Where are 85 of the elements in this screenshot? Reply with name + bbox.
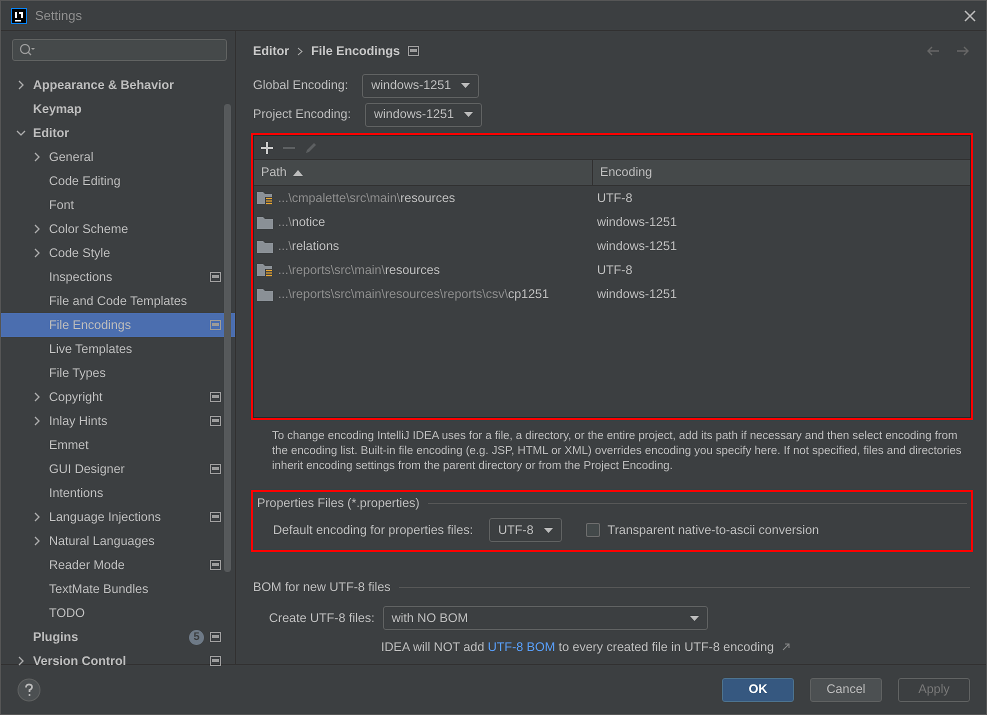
group-title: Properties Files (*.properties) <box>257 494 420 512</box>
encoding-cell-text: windows-1251 <box>596 214 677 231</box>
path-cell-text: ...\relations <box>278 238 340 255</box>
field-label: Create UTF-8 files: <box>269 610 375 627</box>
caret-icon <box>464 112 473 117</box>
link[interactable]: UTF-8 BOM <box>488 640 556 654</box>
encoding-cell-text: UTF-8 <box>596 262 632 279</box>
tree-item[interactable]: Inspections <box>1 265 235 289</box>
tree-item[interactable]: General <box>1 145 235 169</box>
resource-folder-icon <box>257 191 273 205</box>
tree-item[interactable]: TODO <box>1 601 235 625</box>
resource-folder-icon <box>257 263 273 277</box>
chevron-icon[interactable] <box>32 416 42 426</box>
encoding-dropdown[interactable]: windows-1251 <box>364 102 482 126</box>
tree-item[interactable]: Live Templates <box>1 337 235 361</box>
group-title: BOM for new UTF-8 files <box>253 578 391 596</box>
field-label: Default encoding for properties files: <box>273 522 474 539</box>
column-header[interactable]: Encoding <box>593 160 652 185</box>
search-icon <box>19 43 35 57</box>
encoding-cell-text: UTF-8 <box>596 190 632 207</box>
chevron-icon <box>297 46 304 56</box>
tree-item[interactable]: Intentions <box>1 481 235 505</box>
path-cell-text: ...\reports\src\main\resources\reports\csv\cp1251 <box>278 286 549 303</box>
tree-item[interactable]: Appearance & Behavior <box>1 73 235 97</box>
path-cell-text: ...\reports\src\main\resources <box>278 262 440 279</box>
window-title: Settings <box>35 6 82 25</box>
caret-icon <box>461 83 470 88</box>
chevron-icon[interactable] <box>32 536 42 546</box>
folder-icon <box>257 288 273 300</box>
tree-item[interactable]: GUI Designer <box>1 457 235 481</box>
chevron-icon[interactable] <box>32 248 42 258</box>
encoding-cell-text: windows-1251 <box>596 286 677 303</box>
chevron-icon[interactable] <box>16 80 26 90</box>
tree-item[interactable]: Natural Languages <box>1 529 235 553</box>
encoding-dropdown[interactable]: UTF-8 <box>489 518 562 542</box>
chevron-icon[interactable] <box>32 392 42 402</box>
chevron-icon[interactable] <box>32 152 42 162</box>
encoding-cell-text: windows-1251 <box>596 238 677 255</box>
tree-item[interactable]: Font <box>1 193 235 217</box>
project-scope-icon <box>408 46 420 56</box>
breadcrumb-item[interactable]: Editor <box>253 42 290 60</box>
tree-item[interactable]: Color Scheme <box>1 217 235 241</box>
breadcrumb-item[interactable]: File Encodings <box>311 42 400 60</box>
tree-item[interactable]: Language Injections <box>1 505 235 529</box>
search-field[interactable] <box>12 39 227 61</box>
caret-icon <box>690 616 699 620</box>
tree-item[interactable]: Code Editing <box>1 169 235 193</box>
tree-item[interactable]: Reader Mode <box>1 553 235 577</box>
tree-item[interactable]: Keymap <box>1 97 235 121</box>
tree-item[interactable]: Code Style <box>1 241 235 265</box>
tree-item[interactable]: File Types <box>1 361 235 385</box>
column-header[interactable]: Path <box>254 160 593 185</box>
bom-dropdown[interactable]: with NO BOM <box>382 606 708 630</box>
dialog-button[interactable]: OK <box>722 678 794 702</box>
chevron-icon[interactable] <box>16 656 26 666</box>
field-label: Global Encoding: <box>253 77 348 94</box>
add-icon[interactable] <box>260 140 274 155</box>
external-link-icon <box>782 643 790 652</box>
chevron-icon[interactable] <box>16 128 26 138</box>
path-cell-text: ...\notice <box>278 214 326 231</box>
tree-item[interactable]: Plugins 5 <box>1 625 235 649</box>
path-cell-text: ...\cmpalette\src\main\resources <box>278 190 456 207</box>
chevron-icon[interactable] <box>32 224 42 234</box>
field-label: Project Encoding: <box>253 106 351 124</box>
tree-item[interactable]: Copyright <box>1 385 235 409</box>
tree-item[interactable]: Editor <box>1 121 235 145</box>
help-icon[interactable] <box>17 678 41 702</box>
folder-icon <box>257 216 273 228</box>
caret-icon <box>544 528 553 532</box>
dialog-button[interactable]: Cancel <box>810 678 882 702</box>
count-badge: 5 <box>189 630 204 644</box>
tree-item[interactable]: Version Control <box>1 649 235 673</box>
encoding-dropdown[interactable]: windows-1251 <box>362 74 480 98</box>
tree-item[interactable]: Inlay Hints <box>1 409 235 433</box>
bom-note: IDEA will NOT add UTF-8 BOM to every created file in UTF-8 encoding <box>381 639 774 656</box>
tree-item[interactable]: File and Code Templates <box>1 289 235 313</box>
app-logo-icon <box>11 8 27 24</box>
help-text: To change encoding IntelliJ IDEA uses for a file, a directory, or the entire project, add its path if necessary and then select encoding from the encoding list. Built-in file encoding (e.g. JSP, HTML or XML) overrides encoding you specify here. If not specified, files and directories inherit encoding settings from the parent directory or from the Project Encoding. <box>272 429 962 474</box>
scrollbar[interactable] <box>224 104 231 572</box>
close-icon[interactable] <box>964 10 976 22</box>
tree-item[interactable]: Emmet <box>1 433 235 457</box>
chevron-icon[interactable] <box>32 512 42 522</box>
folder-icon <box>257 240 273 252</box>
tree-item[interactable]: TextMate Bundles <box>1 577 235 601</box>
native-to-ascii-checkbox[interactable]: Transparent native-to-ascii conversion <box>586 520 819 540</box>
